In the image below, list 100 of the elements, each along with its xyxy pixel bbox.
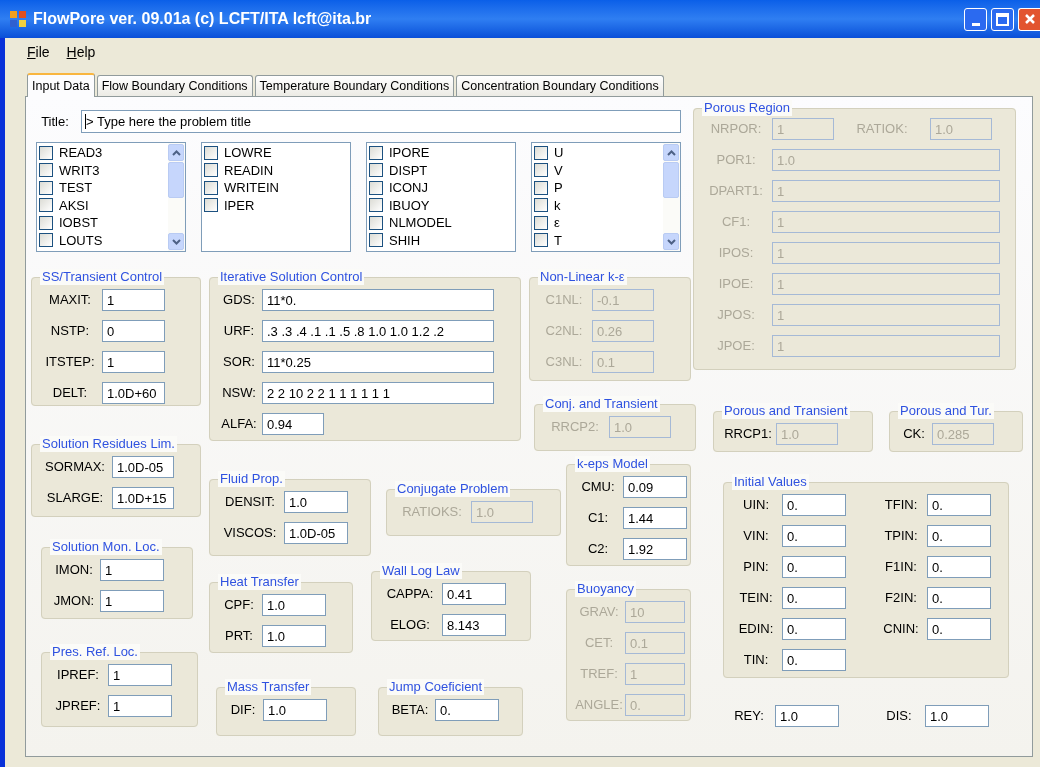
menu-item[interactable]: File bbox=[24, 41, 53, 63]
scroll-thumb[interactable] bbox=[168, 162, 184, 198]
minimize-button[interactable] bbox=[964, 7, 987, 31]
input-field[interactable]: 0. bbox=[927, 494, 991, 516]
close-button[interactable] bbox=[1018, 7, 1040, 31]
group-title: Buoyancy bbox=[575, 581, 637, 597]
checkbox[interactable] bbox=[204, 163, 218, 178]
input-field[interactable]: 0.09 bbox=[623, 476, 687, 498]
checkbox[interactable] bbox=[534, 180, 548, 195]
field-label: JPREF: bbox=[54, 698, 102, 714]
field-label: F2IN: bbox=[884, 590, 918, 606]
list-item-label: READIN bbox=[224, 162, 274, 178]
field-label: EDIN: bbox=[737, 621, 775, 637]
checkbox[interactable] bbox=[369, 180, 383, 195]
group-title: Conj. and Transient bbox=[543, 396, 660, 412]
input-field[interactable]: 1 bbox=[102, 289, 165, 311]
input-field[interactable]: 0. bbox=[927, 587, 991, 609]
maximize-button[interactable] bbox=[991, 7, 1014, 31]
field-label: C1NL: bbox=[544, 292, 584, 308]
list-item-label: IOBST bbox=[59, 215, 98, 231]
input-field[interactable]: 0.41 bbox=[442, 583, 506, 605]
input-field[interactable]: .3 .3 .4 .1 .1 .5 .8 1.0 1.0 1.2 .2 bbox=[262, 320, 494, 342]
scroll-thumb[interactable] bbox=[663, 162, 679, 198]
input-field[interactable]: 0. bbox=[782, 587, 846, 609]
field-label: C3NL: bbox=[544, 354, 584, 370]
input-field[interactable]: 1.44 bbox=[623, 507, 687, 529]
scroll-up-button[interactable] bbox=[168, 144, 184, 161]
input-field[interactable]: 0 bbox=[102, 320, 165, 342]
input-field[interactable]: 0. bbox=[782, 556, 846, 578]
list-item-label: ε bbox=[554, 215, 560, 231]
checkbox[interactable] bbox=[204, 180, 218, 195]
input-field[interactable]: 1.0D+60 bbox=[102, 382, 165, 404]
checkbox[interactable] bbox=[369, 145, 383, 160]
input-field[interactable]: 2 2 10 2 2 1 1 1 1 1 1 bbox=[262, 382, 494, 404]
input-field[interactable]: 1.0 bbox=[262, 625, 326, 647]
scrollbar[interactable] bbox=[663, 143, 680, 251]
checkbox[interactable] bbox=[369, 233, 383, 248]
field-label: JPOS: bbox=[716, 307, 756, 323]
scroll-up-button[interactable] bbox=[663, 144, 679, 161]
input-field[interactable]: 0.94 bbox=[262, 413, 324, 435]
checkbox[interactable] bbox=[534, 233, 548, 248]
input-field[interactable]: 1.0 bbox=[925, 705, 989, 727]
input-field[interactable]: 1.0D-05 bbox=[284, 522, 348, 544]
list-item-label: SHIH bbox=[389, 232, 421, 248]
input-field[interactable]: 0. bbox=[782, 618, 846, 640]
checkbox[interactable] bbox=[39, 163, 53, 178]
tab[interactable]: Concentration Boundary Conditions bbox=[456, 75, 664, 96]
checkbox[interactable] bbox=[204, 145, 218, 160]
checkbox[interactable] bbox=[204, 198, 218, 213]
input-field[interactable]: 0. bbox=[927, 618, 991, 640]
input-field[interactable]: 0. bbox=[435, 699, 499, 721]
checkbox[interactable] bbox=[534, 198, 548, 213]
tab[interactable]: Temperature Boundary Conditions bbox=[254, 75, 455, 96]
checkbox[interactable] bbox=[39, 215, 53, 230]
list-item-label: LOWRE bbox=[224, 145, 272, 161]
input-field[interactable]: 0. bbox=[927, 525, 991, 547]
field-label: TREF: bbox=[579, 666, 619, 682]
group-title: Heat Transfer bbox=[218, 574, 301, 590]
input-field[interactable]: 0. bbox=[927, 556, 991, 578]
field-label: RATIOKS: bbox=[401, 504, 463, 520]
checkbox[interactable] bbox=[369, 215, 383, 230]
input-field[interactable]: 1.0D-05 bbox=[112, 456, 174, 478]
input-field[interactable]: 11*0.25 bbox=[262, 351, 494, 373]
menu-item[interactable]: Help bbox=[63, 41, 99, 63]
checkbox[interactable] bbox=[39, 180, 53, 195]
scroll-down-button[interactable] bbox=[168, 233, 184, 250]
checkbox[interactable] bbox=[534, 145, 548, 160]
input-field[interactable]: 1.0 bbox=[262, 594, 326, 616]
field-label: REY: bbox=[733, 708, 765, 724]
group-title: Initial Values bbox=[732, 474, 809, 490]
input-field[interactable]: 1 bbox=[100, 590, 164, 612]
input-field[interactable]: 1.92 bbox=[623, 538, 687, 560]
group-title: Iterative Solution Control bbox=[218, 269, 365, 285]
input-field[interactable]: 1 bbox=[108, 695, 172, 717]
tab[interactable]: Input Data bbox=[27, 73, 95, 97]
input-field[interactable]: 1.0 bbox=[775, 705, 839, 727]
input-field[interactable]: 0. bbox=[782, 525, 846, 547]
title-field[interactable]: > Type here the problem title bbox=[81, 110, 681, 133]
checkbox[interactable] bbox=[534, 215, 548, 230]
scroll-down-button[interactable] bbox=[663, 233, 679, 250]
input-field[interactable]: 1.0D+15 bbox=[112, 487, 174, 509]
checkbox[interactable] bbox=[39, 233, 53, 248]
checkbox[interactable] bbox=[39, 145, 53, 160]
input-field[interactable]: 1.0 bbox=[284, 491, 348, 513]
group-title: Porous and Tur. bbox=[898, 403, 994, 419]
input-field[interactable]: 1 bbox=[102, 351, 165, 373]
input-field[interactable]: 0. bbox=[782, 649, 846, 671]
checkbox[interactable] bbox=[39, 198, 53, 213]
app-icon bbox=[9, 10, 27, 28]
tab[interactable]: Flow Boundary Conditions bbox=[96, 75, 253, 96]
scrollbar[interactable] bbox=[168, 143, 185, 251]
input-field[interactable]: 1.0 bbox=[263, 699, 327, 721]
input-field[interactable]: 0. bbox=[782, 494, 846, 516]
checkbox[interactable] bbox=[534, 163, 548, 178]
input-field[interactable]: 11*0. bbox=[262, 289, 494, 311]
checkbox[interactable] bbox=[369, 163, 383, 178]
checkbox[interactable] bbox=[369, 198, 383, 213]
input-field[interactable]: 1 bbox=[108, 664, 172, 686]
input-field[interactable]: 1 bbox=[100, 559, 164, 581]
input-field[interactable]: 8.143 bbox=[442, 614, 506, 636]
